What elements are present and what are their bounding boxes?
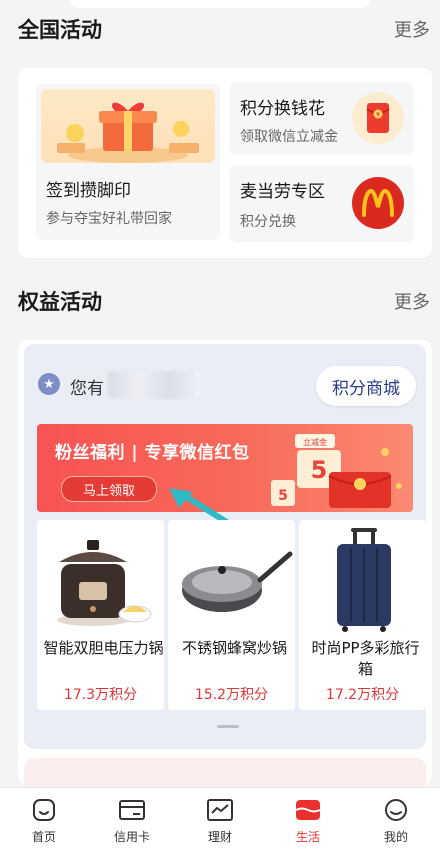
next-promo-card-edge (24, 758, 426, 788)
product-name: 时尚PP多彩旅行箱 (311, 639, 420, 678)
product-card[interactable]: 智能双胆电压力锅 17.3万积分 (37, 520, 164, 710)
points-cash-tile[interactable]: 积分换钱花 领取微信立减金 ¥ (230, 82, 414, 155)
nav-item-profile[interactable]: 我的 (352, 788, 440, 850)
product-name: 智能双胆电压力锅 (43, 639, 164, 657)
mcdonalds-subtitle: 积分兑换 (240, 214, 296, 230)
nav-label: 信用卡 (113, 830, 150, 844)
mcdonalds-tile[interactable]: 麦当劳专区 积分兑换 (230, 165, 414, 242)
svg-text:5: 5 (278, 488, 288, 504)
product-card[interactable]: 时尚PP多彩旅行箱 17.2万积分 (299, 520, 426, 710)
mcdonalds-logo-icon (352, 177, 404, 229)
product-name: 不锈钢蜂窝炒锅 (181, 639, 287, 657)
national-activities-card: 签到攒脚印 参与夺宝好礼带回家 积分换钱花 领取微信立减金 ¥ 麦当劳专区 积分… (18, 68, 432, 258)
product-price: 17.3万积分 (63, 687, 138, 703)
life-icon (295, 800, 321, 820)
checkin-title: 签到攒脚印 (46, 181, 131, 201)
nav-label: 我的 (383, 830, 408, 844)
nav-label: 首页 (31, 830, 56, 844)
claim-now-button[interactable]: 马上领取 (61, 476, 157, 502)
mcdonalds-title: 麦当劳专区 (240, 182, 325, 202)
rights-more-link[interactable]: 更多 (394, 288, 430, 314)
checkin-tile[interactable]: 签到攒脚印 参与夺宝好礼带回家 (36, 84, 220, 240)
product-price: 17.2万积分 (325, 687, 400, 703)
nav-label: 理财 (207, 830, 232, 844)
red-packet-illustration: 立减金 5 5 (271, 434, 402, 508)
nav-item-life[interactable]: 生活 (264, 788, 352, 850)
national-more-link[interactable]: 更多 (394, 16, 430, 42)
nav-item-credit-card[interactable]: 信用卡 (88, 788, 176, 850)
points-mall-panel: ★ 您有 积分商城 粉丝福利 | 专享微信红包 马上领取 立减金 5 5 智能双… (24, 344, 426, 749)
points-cash-subtitle: 领取微信立减金 (240, 129, 338, 145)
rights-section-header: 权益活动 更多 (18, 286, 430, 316)
credit-card-icon (119, 800, 145, 820)
points-row: ★ 您有 积分商城 (24, 364, 426, 406)
product-card[interactable]: 不锈钢蜂窝炒锅 15.2万积分 (168, 520, 295, 710)
svg-text:¥: ¥ (376, 112, 380, 119)
nav-item-home[interactable]: 首页 (0, 788, 88, 850)
rights-activities-card: ★ 您有 积分商城 粉丝福利 | 专享微信红包 马上领取 立减金 5 5 智能双… (18, 340, 432, 788)
national-section-title: 全国活动 (18, 18, 102, 42)
carousel-scroll-indicator (217, 725, 239, 728)
nav-label: 生活 (295, 830, 320, 844)
home-icon (33, 799, 55, 821)
banner-title: 粉丝福利 | 专享微信红包 (55, 443, 250, 463)
svg-text:5: 5 (311, 456, 328, 484)
rights-section-title: 权益活动 (18, 290, 102, 314)
points-label: 您有 (70, 379, 104, 399)
chart-icon (207, 799, 233, 821)
national-section-header: 全国活动 更多 (18, 14, 430, 44)
bottom-nav: 首页 信用卡 理财 生活 我的 (0, 787, 440, 850)
product-carousel[interactable]: 智能双胆电压力锅 17.3万积分 不锈钢蜂窝炒锅 15.2万积分 时尚PP多彩旅… (37, 520, 426, 710)
suitcase-icon (337, 528, 391, 632)
checkin-subtitle: 参与夺宝好礼带回家 (46, 211, 172, 227)
red-envelope-icon: ¥ (352, 92, 404, 144)
profile-icon (385, 799, 407, 821)
previous-card-edge (70, 0, 370, 8)
points-balance-masked (108, 371, 200, 399)
points-mall-button[interactable]: 积分商城 (316, 366, 416, 406)
pressure-cooker-icon (57, 540, 152, 626)
star-icon: ★ (38, 373, 60, 395)
banner-tag: 立减金 (303, 437, 327, 447)
points-cash-title: 积分换钱花 (240, 99, 325, 119)
gift-box-illustration (41, 89, 215, 163)
product-price: 15.2万积分 (194, 687, 269, 703)
nav-item-wealth[interactable]: 理财 (176, 788, 264, 850)
wok-icon (182, 551, 293, 612)
